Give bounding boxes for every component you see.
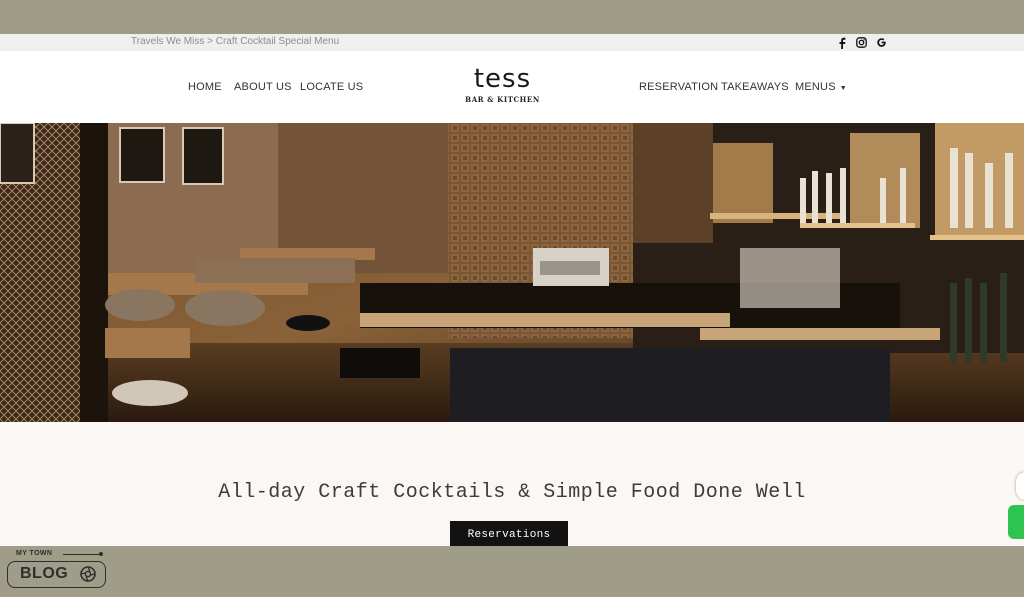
badge-main-label: BLOG	[20, 565, 69, 582]
badge-dot	[99, 552, 103, 556]
nav-menus-label: MENUS	[795, 81, 836, 93]
hero-image	[0, 123, 1024, 422]
breadcrumb-current: Craft Cocktail Special Menu	[215, 36, 340, 47]
scroll-toggle-icon[interactable]	[1016, 472, 1024, 500]
nav-home[interactable]: HOME	[188, 81, 222, 93]
logo-subtitle: BAR & KITCHEN	[465, 95, 540, 104]
nav-takeaways[interactable]: TAKEAWAYS	[721, 81, 789, 93]
breadcrumb-separator: >	[207, 36, 213, 47]
tess-logo[interactable]: tess BAR & KITCHEN	[465, 65, 540, 109]
badge-frame: BLOG	[7, 561, 106, 588]
chevron-down-icon: ▼	[839, 85, 847, 92]
facebook-icon[interactable]	[838, 35, 846, 50]
nav-locate-us[interactable]: LOCATE US	[300, 81, 363, 93]
logo-wordmark: tess	[473, 64, 532, 94]
badge-divider	[63, 554, 100, 555]
my-town-blog-badge[interactable]: MY TOWN BLOG	[6, 549, 110, 591]
nav-menus[interactable]: MENUS ▼	[795, 81, 847, 93]
badge-top-label: MY TOWN	[16, 550, 53, 557]
google-icon[interactable]	[876, 35, 887, 50]
whatsapp-icon[interactable]	[1008, 505, 1024, 539]
camera-aperture-icon	[80, 566, 96, 582]
nav-about-us[interactable]: ABOUT US	[234, 81, 292, 93]
breadcrumb: Travels We Miss > Craft Cocktail Special…	[131, 36, 339, 47]
reservations-button[interactable]: Reservations	[450, 521, 568, 546]
site-header: HOME ABOUT US LOCATE US tess BAR & KITCH…	[0, 51, 1024, 123]
instagram-icon[interactable]	[856, 35, 867, 50]
nav-reservation[interactable]: RESERVATION	[639, 81, 718, 93]
tagline: All-day Craft Cocktails & Simple Food Do…	[218, 481, 806, 504]
breadcrumb-parent-link[interactable]: Travels We Miss	[131, 36, 204, 47]
breadcrumb-bar: Travels We Miss > Craft Cocktail Special…	[0, 34, 1024, 51]
website-frame: Travels We Miss > Craft Cocktail Special…	[0, 34, 1024, 546]
